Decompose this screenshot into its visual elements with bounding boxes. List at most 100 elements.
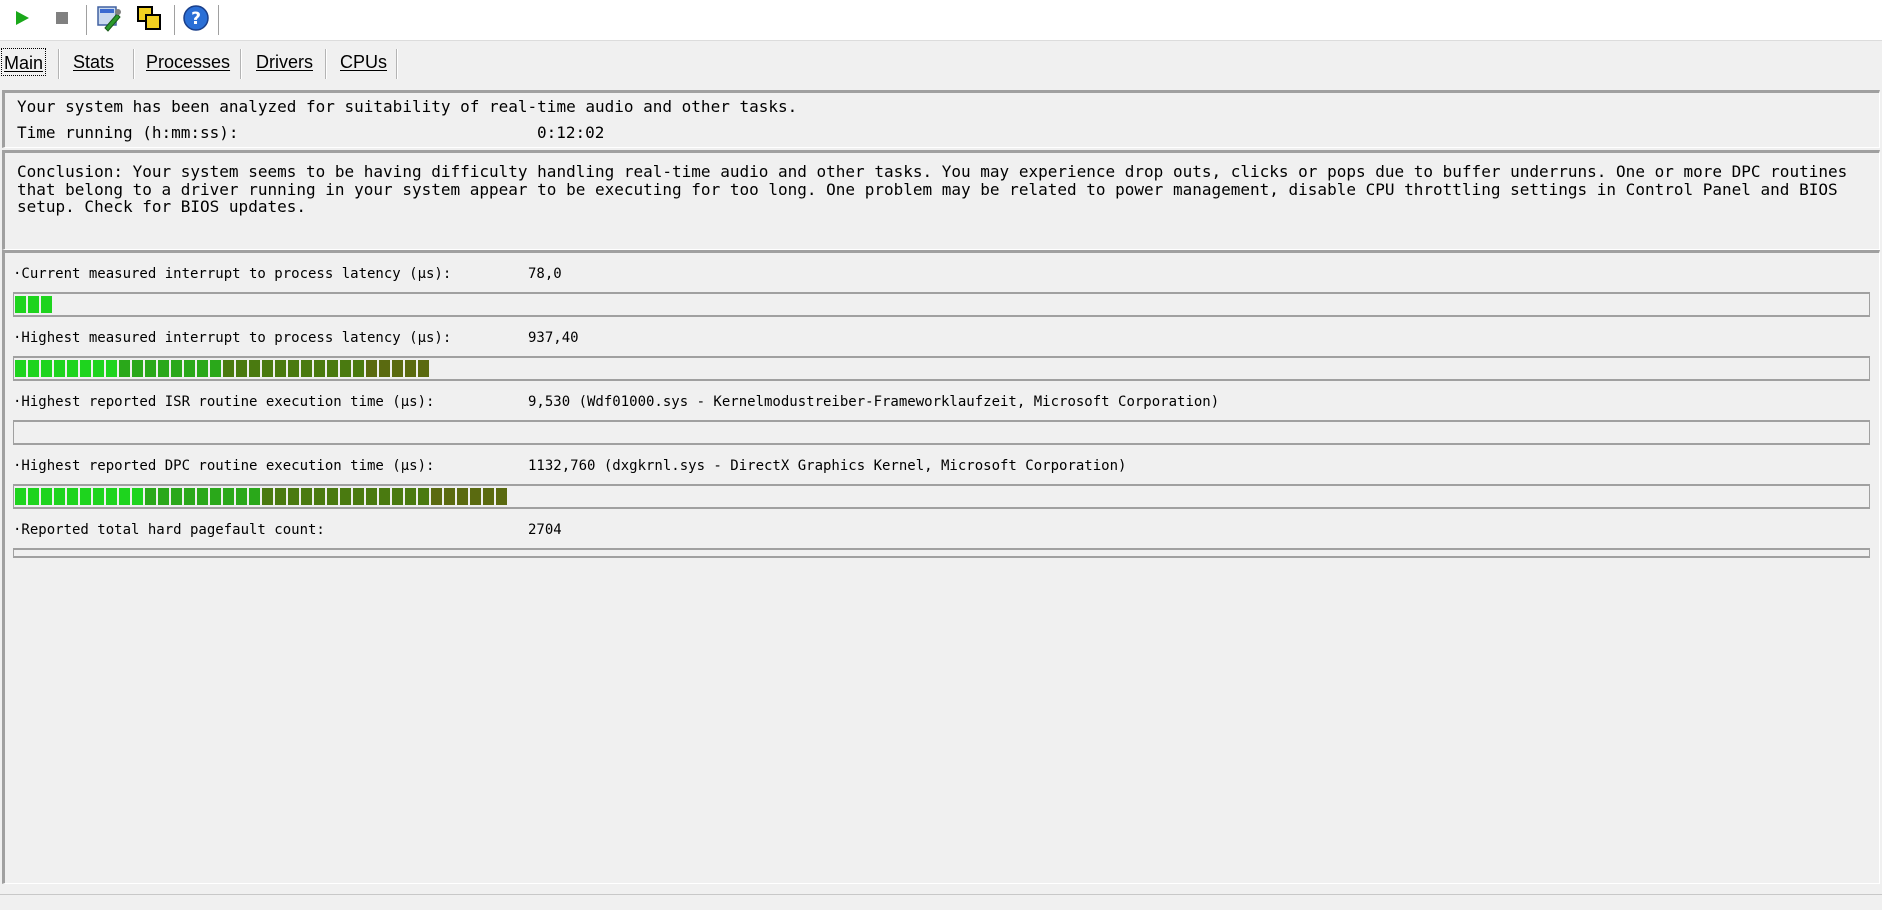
metric-value-dpc-time: 1132,760 (dxgkrnl.sys - DirectX Graphics… xyxy=(528,458,1127,474)
status-bar xyxy=(0,894,1882,910)
bar-segment xyxy=(314,488,325,505)
bar-segment xyxy=(223,360,234,377)
bar-segment xyxy=(405,488,416,505)
tab-drivers[interactable]: Drivers xyxy=(254,48,315,76)
bar-segment xyxy=(366,488,377,505)
bar-segment xyxy=(210,488,221,505)
bar-segment xyxy=(15,488,26,505)
bar-segment xyxy=(327,360,338,377)
bar-segment xyxy=(353,360,364,377)
metric-value-highest-latency: 937,40 xyxy=(528,330,579,346)
tab-bar: Main Stats Processes Drivers CPUs xyxy=(0,45,1882,81)
bar-segment xyxy=(80,488,91,505)
bar-segment xyxy=(288,360,299,377)
bar-segment xyxy=(340,488,351,505)
pagefault-bar xyxy=(13,548,1870,558)
bar-segment xyxy=(158,360,169,377)
bar-segment xyxy=(418,488,429,505)
metric-value-isr-time: 9,530 (Wdf01000.sys - Kernelmodustreiber… xyxy=(528,394,1220,410)
metric-value-pagefault-count: 2704 xyxy=(528,522,562,538)
bar-segment xyxy=(431,488,442,505)
tab-stats[interactable]: Stats xyxy=(71,48,116,76)
bar-segment xyxy=(132,360,143,377)
tab-processes[interactable]: Processes xyxy=(144,48,232,76)
bar-segment xyxy=(275,488,286,505)
dpc-time-bar-fill xyxy=(15,488,509,505)
highest-latency-bar-fill xyxy=(15,360,431,377)
bar-segment xyxy=(41,296,52,313)
analysis-text: Your system has been analyzed for suitab… xyxy=(17,97,798,116)
play-icon xyxy=(12,8,32,33)
bar-segment xyxy=(171,488,182,505)
bar-segment xyxy=(301,488,312,505)
bar-segment xyxy=(288,488,299,505)
bar-segment xyxy=(236,488,247,505)
isr-time-bar xyxy=(13,420,1870,445)
bar-segment xyxy=(28,360,39,377)
tab-cpus[interactable]: CPUs xyxy=(338,48,389,76)
bar-segment xyxy=(327,488,338,505)
current-latency-bar xyxy=(13,292,1870,317)
dpc-time-bar xyxy=(13,484,1870,509)
tools-icon xyxy=(95,4,123,37)
bar-segment xyxy=(262,360,273,377)
bar-segment xyxy=(28,488,39,505)
bar-segment xyxy=(41,360,52,377)
bar-segment xyxy=(405,360,416,377)
start-button[interactable] xyxy=(8,6,36,34)
bar-segment xyxy=(197,360,208,377)
bar-segment xyxy=(392,360,403,377)
svg-text:?: ? xyxy=(191,9,201,29)
windows-icon xyxy=(135,4,163,37)
help-button[interactable]: ? xyxy=(182,4,210,37)
bar-segment xyxy=(314,360,325,377)
highest-latency-bar xyxy=(13,356,1870,381)
bar-segment xyxy=(353,488,364,505)
bar-segment xyxy=(106,488,117,505)
bar-segment xyxy=(483,488,494,505)
bar-segment xyxy=(184,360,195,377)
bar-segment xyxy=(145,360,156,377)
bar-segment xyxy=(392,488,403,505)
tab-main[interactable]: Main xyxy=(1,48,47,76)
windows-button[interactable] xyxy=(135,4,163,37)
stop-button[interactable] xyxy=(48,6,76,34)
bar-segment xyxy=(119,488,130,505)
bar-segment xyxy=(340,360,351,377)
bar-segment xyxy=(197,488,208,505)
bar-segment xyxy=(67,360,78,377)
bar-segment xyxy=(93,488,104,505)
time-running-value: 0:12:02 xyxy=(537,123,605,142)
current-latency-bar-fill xyxy=(15,296,54,313)
bar-segment xyxy=(444,488,455,505)
conclusion-text: Conclusion: Your system seems to be havi… xyxy=(17,162,1848,216)
metric-value-current-latency: 78,0 xyxy=(528,266,562,282)
bar-segment xyxy=(54,488,65,505)
bar-segment xyxy=(223,488,234,505)
bar-segment xyxy=(379,488,390,505)
stop-icon xyxy=(53,9,71,32)
bar-segment xyxy=(249,488,260,505)
bar-segment xyxy=(366,360,377,377)
bar-segment xyxy=(210,360,221,377)
bar-segment xyxy=(80,360,91,377)
bar-segment xyxy=(93,360,104,377)
bar-segment xyxy=(119,360,130,377)
bar-segment xyxy=(67,488,78,505)
tools-button[interactable] xyxy=(95,4,123,37)
bar-segment xyxy=(496,488,507,505)
bar-segment xyxy=(418,360,429,377)
metrics-panel: ·Current measured interrupt to process l… xyxy=(2,250,1880,884)
bar-segment xyxy=(145,488,156,505)
help-icon: ? xyxy=(182,4,210,37)
metric-label-highest-latency: ·Highest measured interrupt to process l… xyxy=(13,330,452,346)
bar-segment xyxy=(457,488,468,505)
bar-segment xyxy=(301,360,312,377)
metric-label-dpc-time: ·Highest reported DPC routine execution … xyxy=(13,458,435,474)
metric-label-current-latency: ·Current measured interrupt to process l… xyxy=(13,266,452,282)
bar-segment xyxy=(132,488,143,505)
summary-panel: Your system has been analyzed for suitab… xyxy=(2,90,1880,148)
metric-label-pagefault-count: ·Reported total hard pagefault count: xyxy=(13,522,325,538)
conclusion-panel: Conclusion: Your system seems to be havi… xyxy=(2,150,1880,250)
bar-segment xyxy=(470,488,481,505)
